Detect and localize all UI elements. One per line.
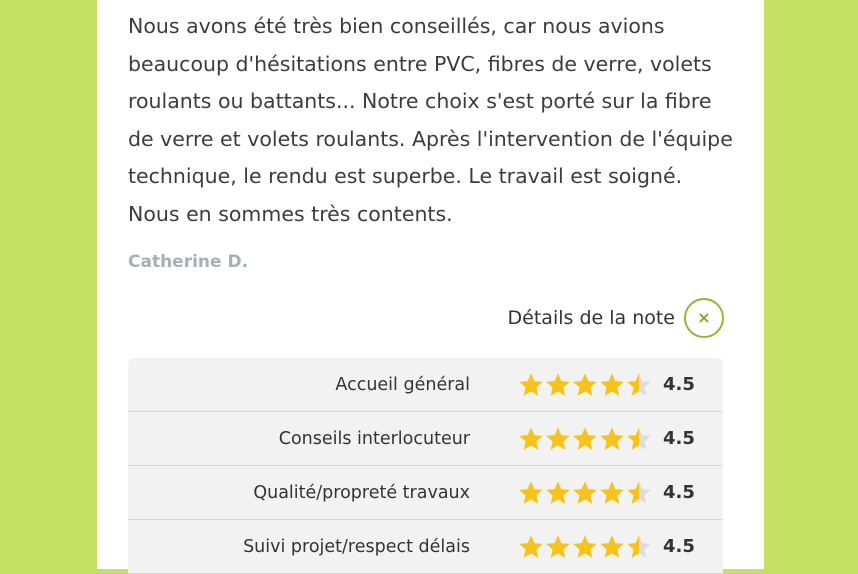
- rating-value: 4.5: [663, 482, 695, 503]
- rating-label: Accueil général: [335, 374, 470, 395]
- star-filled-icon: [546, 372, 570, 396]
- star-filled-icon: [519, 480, 543, 504]
- star-filled-icon: [519, 534, 543, 558]
- review-card: Nous avons été très bien conseillés, car…: [97, 0, 764, 574]
- star-filled-icon: [546, 480, 570, 504]
- star-filled-icon: [600, 480, 624, 504]
- rating-label: Qualité/propreté travaux: [253, 482, 470, 503]
- star-filled-icon: [546, 426, 570, 450]
- rating-value: 4.5: [663, 428, 695, 449]
- rating-row: Accueil général 4.5: [128, 358, 723, 412]
- star-filled-icon: [600, 534, 624, 558]
- star-filled-icon: [546, 534, 570, 558]
- rating-details-toggle[interactable]: Détails de la note ×: [508, 298, 724, 338]
- star-filled-icon: [519, 426, 543, 450]
- star-half-icon: [627, 480, 651, 504]
- rating-label: Suivi projet/respect délais: [243, 536, 470, 557]
- rating-label: Conseils interlocuteur: [278, 428, 470, 449]
- star-half-icon: [627, 534, 651, 558]
- star-filled-icon: [573, 372, 597, 396]
- rating-value: 4.5: [663, 536, 695, 557]
- rating-value: 4.5: [663, 374, 695, 395]
- rating-details-label: Détails de la note: [507, 307, 675, 329]
- star-filled-icon: [573, 480, 597, 504]
- star-filled-icon: [600, 372, 624, 396]
- star-filled-icon: [573, 534, 597, 558]
- close-icon[interactable]: ×: [684, 298, 724, 338]
- star-rating: [518, 534, 653, 560]
- star-filled-icon: [600, 426, 624, 450]
- star-half-icon: [627, 426, 651, 450]
- star-filled-icon: [519, 372, 543, 396]
- ratings-table: Accueil général 4.5 Conseils interlocute…: [128, 358, 723, 574]
- star-rating: [518, 372, 653, 398]
- star-half-icon: [627, 372, 651, 396]
- star-rating: [518, 480, 653, 506]
- star-rating: [518, 426, 653, 452]
- rating-row: Conseils interlocuteur 4.5: [128, 412, 723, 466]
- rating-row: Qualité/propreté travaux 4.5: [128, 466, 723, 520]
- star-filled-icon: [573, 426, 597, 450]
- review-text: Nous avons été très bien conseillés, car…: [128, 14, 733, 226]
- review-author: Catherine D.: [128, 252, 249, 272]
- rating-row: Suivi projet/respect délais 4.5: [128, 520, 723, 574]
